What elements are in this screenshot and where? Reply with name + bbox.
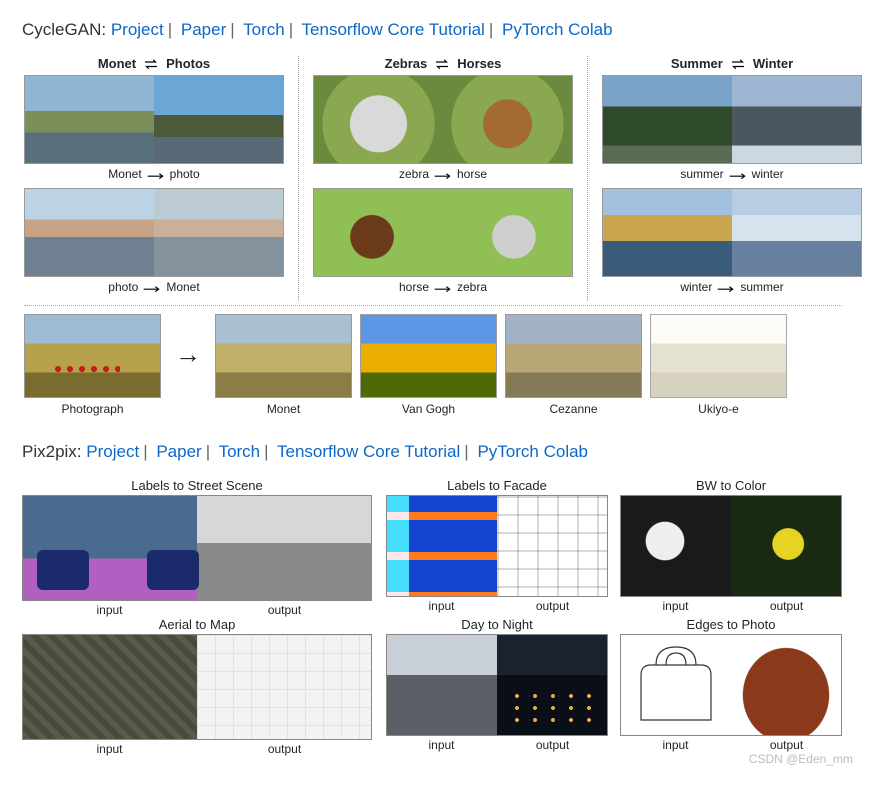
cyclegan-link-paper[interactable]: Paper bbox=[181, 20, 226, 39]
io-label: input bbox=[386, 599, 497, 613]
swap-icon bbox=[142, 58, 160, 70]
io-label: input bbox=[386, 738, 497, 752]
arrow-right-icon bbox=[433, 169, 453, 179]
pix2pix-link-colab[interactable]: PyTorch Colab bbox=[477, 442, 588, 461]
arrow-right-icon: → bbox=[169, 339, 207, 392]
cg-head-b: Winter bbox=[753, 56, 793, 71]
style-label: Ukiyo-e bbox=[698, 402, 739, 416]
cap: winter bbox=[752, 167, 784, 181]
pix2pix-figure: Labels to Street Scene inputoutput Aeria… bbox=[22, 478, 842, 756]
style-label: Cezanne bbox=[549, 402, 597, 416]
p2p-title: Day to Night bbox=[461, 617, 533, 632]
cyclegan-heading: CycleGAN: Project| Paper| Torch| Tensorf… bbox=[22, 20, 847, 40]
cg-col-monet: Monet Photos Monet photo photo Monet bbox=[24, 56, 284, 301]
p2p-bw: BW to Color inputoutput bbox=[620, 478, 842, 613]
cap: winter bbox=[680, 280, 712, 294]
cyclegan-link-torch[interactable]: Torch bbox=[243, 20, 285, 39]
watermark: CSDN @Eden_mm bbox=[749, 752, 853, 766]
style-src-label: Photograph bbox=[61, 402, 123, 416]
cap: photo bbox=[170, 167, 200, 181]
cap: summer bbox=[740, 280, 783, 294]
edges-sketch bbox=[621, 635, 731, 735]
cg-head-b: Horses bbox=[457, 56, 501, 71]
swap-icon bbox=[729, 58, 747, 70]
cg-head-a: Summer bbox=[671, 56, 723, 71]
p2p-aerial: Aerial to Map inputoutput bbox=[22, 617, 372, 756]
p2p-street: Labels to Street Scene inputoutput bbox=[22, 478, 372, 617]
p2p-title: Edges to Photo bbox=[687, 617, 776, 632]
cap: zebra bbox=[399, 167, 429, 181]
cyclegan-link-project[interactable]: Project bbox=[111, 20, 164, 39]
arrow-right-icon bbox=[146, 169, 166, 179]
pair-photo-monet bbox=[24, 188, 284, 277]
io-label: input bbox=[22, 742, 197, 756]
pair-monet-photo bbox=[24, 75, 284, 164]
style-label: Monet bbox=[267, 402, 300, 416]
style-transfer-row: Photograph → Monet Van Gogh Cezanne Ukiy… bbox=[24, 314, 842, 416]
arrow-right-icon bbox=[728, 169, 748, 179]
io-label: output bbox=[197, 742, 372, 756]
pix2pix-link-tf[interactable]: Tensorflow Core Tutorial bbox=[277, 442, 460, 461]
p2p-title: BW to Color bbox=[696, 478, 766, 493]
arrow-right-icon bbox=[433, 282, 453, 292]
pix2pix-heading: Pix2pix: Project| Paper| Torch| Tensorfl… bbox=[22, 442, 847, 462]
io-label: output bbox=[497, 738, 608, 752]
cap: horse bbox=[457, 167, 487, 181]
io-label: input bbox=[620, 738, 731, 752]
cg-head-a: Monet bbox=[98, 56, 136, 71]
pix2pix-name: Pix2pix bbox=[22, 442, 77, 461]
cap: photo bbox=[108, 280, 138, 294]
io-label: output bbox=[197, 603, 372, 617]
cg-col-zebra: Zebras Horses zebra horse horse zebra bbox=[313, 56, 573, 301]
io-label: input bbox=[620, 599, 731, 613]
io-label: input bbox=[22, 603, 197, 617]
cyclegan-link-tf[interactable]: Tensorflow Core Tutorial bbox=[302, 20, 485, 39]
cap: summer bbox=[680, 167, 723, 181]
p2p-edges: Edges to Photo inputoutput bbox=[620, 617, 842, 752]
cyclegan-name: CycleGAN bbox=[22, 20, 101, 39]
cap: Monet bbox=[108, 167, 141, 181]
p2p-facade: Labels to Facade inputoutput bbox=[386, 478, 608, 613]
cap: zebra bbox=[457, 280, 487, 294]
cyclegan-figure: Monet Photos Monet photo photo Monet bbox=[24, 56, 842, 416]
arrow-right-icon bbox=[142, 282, 162, 292]
pix2pix-link-project[interactable]: Project bbox=[86, 442, 139, 461]
cg-col-season: Summer Winter summer winter winter summe… bbox=[602, 56, 862, 301]
cap: Monet bbox=[166, 280, 199, 294]
pix2pix-link-torch[interactable]: Torch bbox=[219, 442, 261, 461]
cg-head-b: Photos bbox=[166, 56, 210, 71]
p2p-title: Labels to Facade bbox=[447, 478, 547, 493]
cg-head-a: Zebras bbox=[385, 56, 428, 71]
pix2pix-link-paper[interactable]: Paper bbox=[156, 442, 201, 461]
style-label: Van Gogh bbox=[402, 402, 455, 416]
io-label: output bbox=[731, 599, 842, 613]
cyclegan-link-colab[interactable]: PyTorch Colab bbox=[502, 20, 613, 39]
p2p-title: Labels to Street Scene bbox=[131, 478, 263, 493]
io-label: output bbox=[731, 738, 842, 752]
arrow-right-icon bbox=[716, 282, 736, 292]
p2p-title: Aerial to Map bbox=[159, 617, 236, 632]
io-label: output bbox=[497, 599, 608, 613]
swap-icon bbox=[433, 58, 451, 70]
style-src-image bbox=[24, 314, 161, 398]
p2p-day: Day to Night inputoutput bbox=[386, 617, 608, 752]
cap: horse bbox=[399, 280, 429, 294]
